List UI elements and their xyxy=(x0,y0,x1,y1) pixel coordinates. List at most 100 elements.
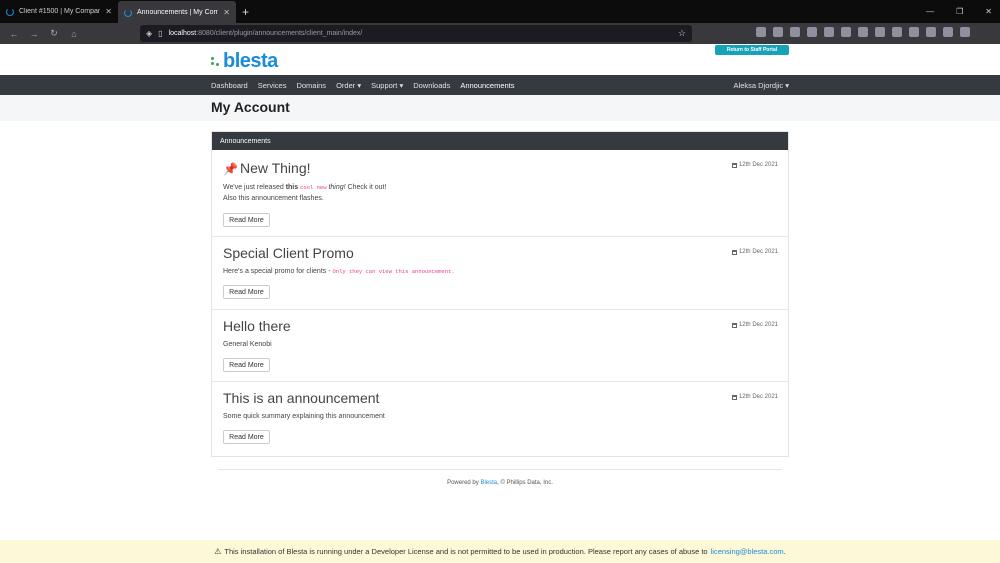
close-tab-icon[interactable]: ✕ xyxy=(223,8,230,17)
forward-icon[interactable]: → xyxy=(24,29,44,39)
menu-icon[interactable] xyxy=(960,27,970,37)
read-more-button[interactable]: Read More xyxy=(223,430,270,444)
nav-downloads[interactable]: Downloads xyxy=(413,81,450,90)
nav-services[interactable]: Services xyxy=(258,81,287,90)
powered-text: , © Phillips Data, Inc. xyxy=(497,480,553,486)
announcement-summary: Here's a special promo for clients - Onl… xyxy=(223,266,455,277)
reload-icon[interactable]: ↻ xyxy=(44,28,64,39)
shield-icon[interactable]: ◈ xyxy=(146,29,152,38)
extension-icon[interactable] xyxy=(858,27,868,37)
extension-icon[interactable] xyxy=(892,27,902,37)
summary-text: Check it out! xyxy=(345,184,387,191)
url-text[interactable]: localhost:8080/client/plugin/announcemen… xyxy=(169,30,363,37)
staff-portal-label: Return to Staff Portal xyxy=(726,47,778,53)
ublock-icon[interactable] xyxy=(875,27,885,37)
announcement-summary: Some quick summary explaining this annou… xyxy=(223,413,385,420)
date-text: 12th Dec 2021 xyxy=(738,249,778,255)
announcement-date: 12th Dec 2021 xyxy=(731,322,778,328)
tab-title: Client #1500 | My Company xyxy=(19,8,101,15)
announcement-item: This is an announcement 12th Dec 2021 So… xyxy=(212,382,788,456)
window-controls: — ❐ ✕ xyxy=(926,0,992,23)
browser-tab-client[interactable]: Client #1500 | My Company ✕ xyxy=(0,0,118,23)
home-icon[interactable]: ⌂ xyxy=(64,29,84,39)
date-text: 12th Dec 2021 xyxy=(738,394,778,400)
announcement-item: 📌 New Thing! 12th Dec 2021 We've just rel… xyxy=(212,150,788,237)
summary-line-2: Also this announcement flashes. xyxy=(223,195,324,202)
notice-end: . xyxy=(783,547,786,556)
announcement-date: 12th Dec 2021 xyxy=(731,162,778,168)
summary-text: Here's a special promo for clients - xyxy=(223,268,333,275)
bookmark-star-icon[interactable]: ☆ xyxy=(678,28,686,39)
announcement-title[interactable]: 📌 New Thing! xyxy=(223,160,311,176)
extensions-toolbar xyxy=(756,27,970,37)
announcement-title[interactable]: Special Client Promo xyxy=(223,245,354,261)
restore-icon[interactable]: ❐ xyxy=(956,7,963,16)
extension-icon[interactable] xyxy=(943,27,953,37)
pin-icon: 📌 xyxy=(223,162,238,176)
close-window-icon[interactable]: ✕ xyxy=(985,7,992,16)
announcements-panel: Announcements 📌 New Thing! 12th Dec 2021 … xyxy=(211,131,789,457)
licensing-email-link[interactable]: licensing@blesta.com xyxy=(711,547,784,556)
tab-title: Announcements | My Company xyxy=(137,9,219,16)
announcement-summary: We've just released this cool new thing!… xyxy=(223,182,386,204)
read-more-button[interactable]: Read More xyxy=(223,358,270,372)
nav-announcements[interactable]: Announcements xyxy=(460,81,514,90)
extension-icon[interactable] xyxy=(841,27,851,37)
extension-icon[interactable] xyxy=(909,27,919,37)
announcement-title-text: New Thing! xyxy=(239,160,311,176)
library-icon[interactable] xyxy=(773,27,783,37)
browser-tab-bar: Client #1500 | My Company ✕ Announcement… xyxy=(0,0,1000,24)
page-title: My Account xyxy=(211,99,290,115)
user-menu[interactable]: Aleksa Djordjic ▾ xyxy=(734,75,789,95)
notice-text: This installation of Blesta is running u… xyxy=(224,547,708,556)
summary-code: Only they can view this announcement. xyxy=(332,268,455,275)
announcement-summary: General Kenobi xyxy=(223,341,272,348)
extension-icon[interactable] xyxy=(926,27,936,37)
url-host: localhost xyxy=(168,30,197,37)
page-title-bar: My Account xyxy=(0,95,1000,121)
summary-italic: thing! xyxy=(328,184,346,191)
page-info-icon[interactable]: ▯ xyxy=(158,29,162,38)
summary-text: We've just released xyxy=(223,184,286,191)
developer-license-notice: ⚠ This installation of Blesta is running… xyxy=(0,540,1000,563)
extension-icon[interactable] xyxy=(824,27,834,37)
date-text: 12th Dec 2021 xyxy=(738,162,778,168)
sidebar-icon[interactable] xyxy=(790,27,800,37)
blesta-logo[interactable]: blesta xyxy=(211,50,278,72)
address-bar[interactable]: ◈ ▯ localhost:8080/client/plugin/announc… xyxy=(140,25,692,42)
browser-toolbar: ← → ↻ ⌂ ◈ ▯ localhost:8080/client/plugin… xyxy=(0,23,1000,44)
summary-code: cool new xyxy=(300,184,327,191)
blesta-logo-icon xyxy=(211,56,221,66)
announcement-date: 12th Dec 2021 xyxy=(731,394,778,400)
announcement-title[interactable]: Hello there xyxy=(223,318,291,334)
nav-support[interactable]: Support ▾ xyxy=(371,81,403,90)
blesta-link[interactable]: Blesta xyxy=(480,480,497,486)
minimize-icon[interactable]: — xyxy=(926,7,934,16)
announcement-item: Hello there 12th Dec 2021 General Kenobi… xyxy=(212,310,788,382)
announcement-item: Special Client Promo 12th Dec 2021 Here'… xyxy=(212,237,788,310)
calendar-icon xyxy=(731,249,737,255)
powered-text: Powered by xyxy=(447,480,481,486)
read-more-button[interactable]: Read More xyxy=(223,285,270,299)
blesta-favicon-icon xyxy=(124,8,132,17)
announcement-title[interactable]: This is an announcement xyxy=(223,390,379,406)
logo-text: blesta xyxy=(223,49,278,72)
return-to-staff-portal-button[interactable]: Return to Staff Portal xyxy=(715,45,789,55)
read-more-button[interactable]: Read More xyxy=(223,213,270,227)
footer-divider xyxy=(218,469,782,470)
blesta-favicon-icon xyxy=(6,7,14,16)
pocket-icon[interactable] xyxy=(756,27,766,37)
new-tab-button[interactable]: + xyxy=(236,0,255,23)
browser-tab-announcements[interactable]: Announcements | My Company ✕ xyxy=(118,1,236,24)
date-text: 12th Dec 2021 xyxy=(738,322,778,328)
nav-order[interactable]: Order ▾ xyxy=(336,81,361,90)
summary-bold: this xyxy=(285,184,299,191)
nav-dashboard[interactable]: Dashboard xyxy=(211,81,248,90)
page-content: blesta Return to Staff Portal Dashboard … xyxy=(0,44,1000,563)
close-tab-icon[interactable]: ✕ xyxy=(105,7,112,16)
panel-heading: Announcements xyxy=(212,132,788,150)
nav-domains[interactable]: Domains xyxy=(296,81,326,90)
url-path: :8080/client/plugin/announcements/client… xyxy=(196,30,363,37)
back-icon[interactable]: ← xyxy=(4,29,24,39)
account-icon[interactable] xyxy=(807,27,817,37)
